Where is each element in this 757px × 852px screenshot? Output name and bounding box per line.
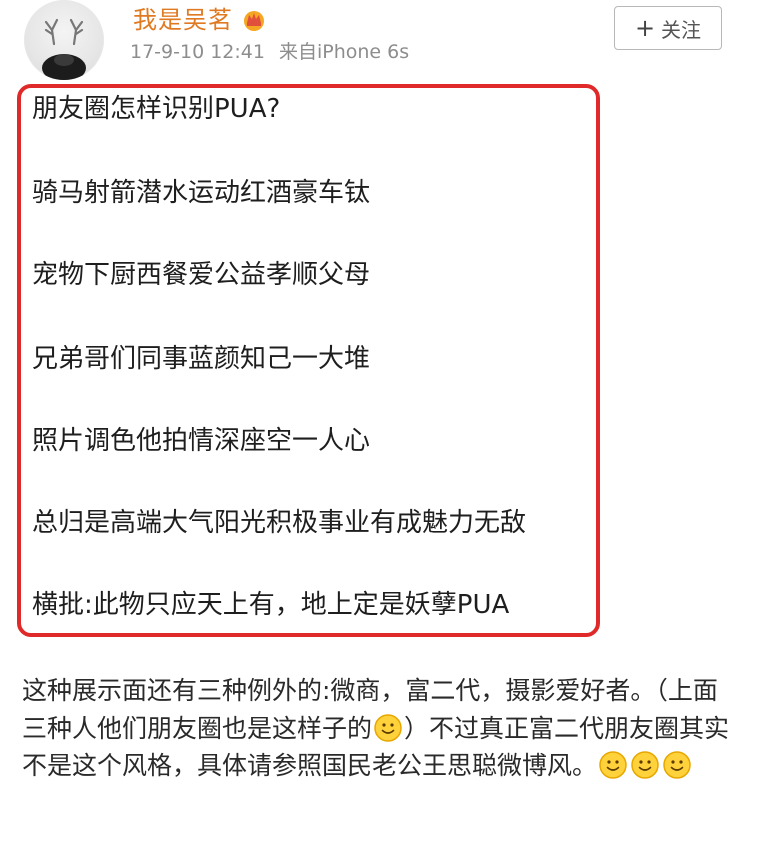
username-row: 我是吴茗 (133, 6, 267, 34)
post-source[interactable]: 来自iPhone 6s (279, 40, 409, 64)
poem-line: 朋友圈怎样识别PUA? (32, 94, 281, 124)
username[interactable]: 我是吴茗 (133, 6, 233, 34)
poem-line: 横批:此物只应天上有，地上定是妖孽PUA (32, 590, 510, 620)
follow-button[interactable]: + 关注 (614, 6, 722, 50)
plus-icon: + (634, 14, 656, 42)
follow-label: 关注 (661, 17, 702, 42)
avatar[interactable] (24, 0, 104, 80)
poem-line: 照片调色他拍情深座空一人心 (32, 426, 371, 456)
crown-badge-icon (241, 7, 267, 33)
smile-emoji-icon (373, 713, 403, 743)
poem-line: 总归是高端大气阳光积极事业有成魅力无敌 (32, 508, 527, 538)
post-meta: 17-9-10 12:41 来自iPhone 6s (130, 40, 409, 64)
poem-line: 骑马射箭潜水运动红酒豪车钛 (32, 178, 371, 208)
smile-emoji-icon (662, 750, 692, 780)
poem-line: 宠物下厨西餐爱公益孝顺父母 (32, 260, 371, 290)
antler-avatar-icon (42, 18, 86, 80)
poem-line: 兄弟哥们同事蓝颜知己一大堆 (32, 344, 371, 374)
post-paragraph: 这种展示面还有三种例外的:微商，富二代，摄影爱好者。（上面三种人他们朋友圈也是这… (22, 672, 742, 785)
post-timestamp: 17-9-10 12:41 (130, 41, 265, 63)
smile-emoji-icon (630, 750, 660, 780)
smile-emoji-icon (598, 750, 628, 780)
